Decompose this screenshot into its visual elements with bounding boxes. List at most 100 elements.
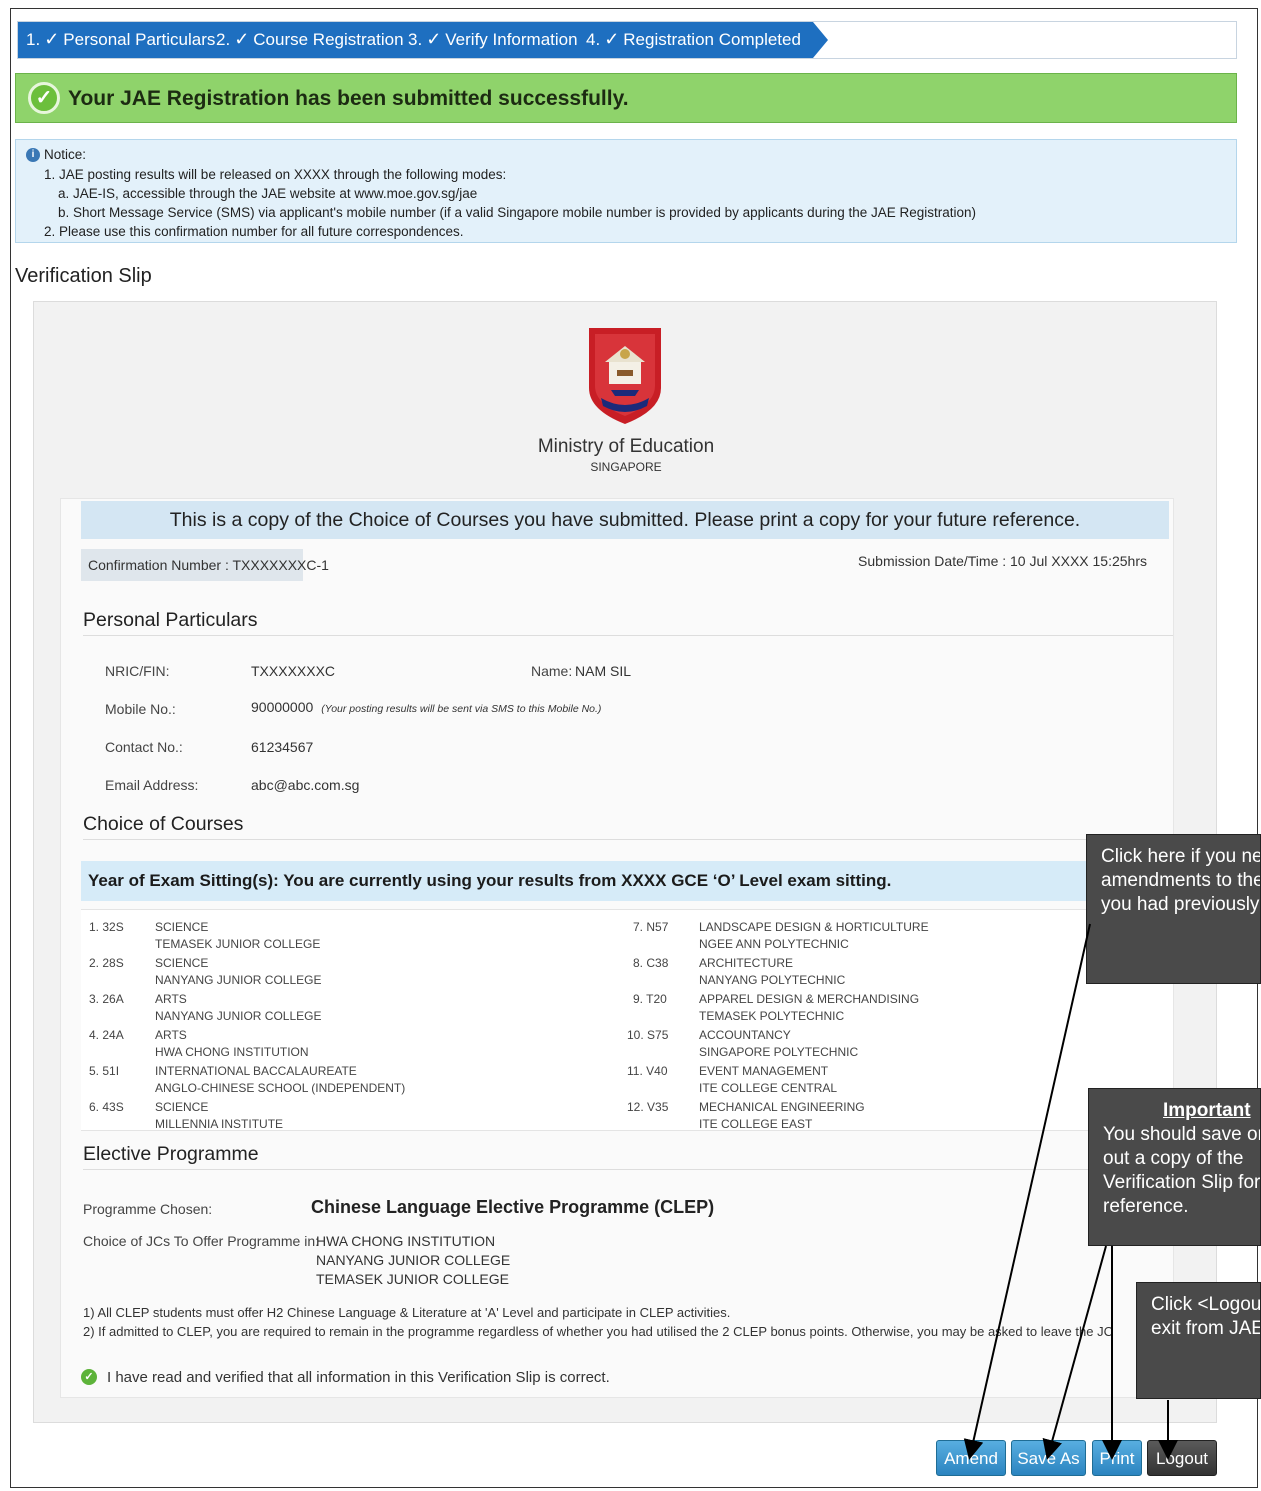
choice-of-courses-heading: Choice of Courses [83,813,244,835]
course-name: SCIENCE [155,920,209,934]
divider [83,1169,1173,1170]
clep-rule-2: 2) If admitted to CLEP, you are required… [83,1324,1113,1339]
jc-choice-2: NANYANG JUNIOR COLLEGE [316,1252,511,1268]
verification-slip-title: Verification Slip [15,265,152,287]
name-label: Name: [531,663,573,679]
course-number: 3. 26A [89,992,124,1006]
jc-choice-3: TEMASEK JUNIOR COLLEGE [316,1271,509,1287]
copy-notice-banner: This is a copy of the Choice of Courses … [81,501,1169,539]
contact-value: 61234567 [251,739,314,755]
course-name: SCIENCE [155,1100,209,1114]
step-personal-particulars: 1. ✓ Personal Particulars [26,29,216,49]
print-button[interactable]: Print [1092,1440,1142,1476]
nric-label: NRIC/FIN: [105,663,170,679]
check-icon: ✓ [426,29,442,49]
course-number: 11. V40 [627,1064,668,1078]
elective-programme-heading: Elective Programme [83,1143,259,1165]
logout-button[interactable]: Logout [1147,1440,1217,1476]
course-name: ARCHITECTURE [699,956,794,970]
course-number: 2. 28S [89,956,124,970]
email-label: Email Address: [105,777,199,793]
course-school: NANYANG JUNIOR COLLEGE [155,973,322,987]
course-school: NANYANG JUNIOR COLLEGE [155,1009,322,1023]
course-number: 6. 43S [89,1100,124,1114]
divider [83,635,1173,636]
submission-datetime: Submission Date/Time : 10 Jul XXXX 15:25… [858,553,1147,569]
divider [83,839,1173,840]
course-name: ARTS [155,992,187,1006]
course-school: HWA CHONG INSTITUTION [155,1045,309,1059]
confirmation-number: Confirmation Number : TXXXXXXXC-1 [81,549,329,581]
course-name: EVENT MANAGEMENT [699,1064,829,1078]
notice-line-1a: a. JAE-IS, accessible through the JAE we… [58,186,478,201]
success-check-icon: ✓ [28,82,60,114]
name-value: NAM SIL [575,663,632,679]
step-course-registration: 2. ✓ Course Registration [216,29,404,49]
info-icon: i [26,148,40,162]
mobile-label: Mobile No.: [105,701,176,717]
success-banner: ✓ Your JAE Registration has been submitt… [15,73,1237,123]
page-frame: 1. ✓ Personal Particulars 2. ✓ Course Regist… [10,8,1258,1488]
step-verify-information: 3. ✓ Verify Information [408,29,578,49]
notice-title: Notice: [44,147,87,162]
course-number: 4. 24A [89,1028,124,1042]
course-number: 5. 51I [89,1064,120,1078]
exam-sitting-banner: Year of Exam Sitting(s): You are current… [81,861,1173,901]
course-name: ARTS [155,1028,187,1042]
amend-button[interactable]: Amend [936,1440,1006,1476]
verification-slip: Ministry of Education SINGAPORE This is … [33,301,1217,1423]
course-school: TEMASEK JUNIOR COLLEGE [155,937,321,951]
course-school: MILLENNIA INSTITUTE [155,1117,284,1131]
mobile-note: (Your posting results will be sent via S… [321,703,602,715]
clep-rule-1: 1) All CLEP students must offer H2 Chine… [83,1305,731,1320]
success-message: Your JAE Registration has been submitted… [68,87,629,110]
personal-particulars-heading: Personal Particulars [83,609,258,631]
slip-content: This is a copy of the Choice of Courses … [60,498,1174,1398]
course-school: ITE COLLEGE EAST [699,1117,813,1131]
course-name: ACCOUNTANCY [699,1028,791,1042]
course-name: APPAREL DESIGN & MERCHANDISING [699,992,920,1006]
course-number: 10. S75 [627,1028,669,1042]
course-list: 1. 32S SCIENCE TEMASEK JUNIOR COLLEGE 2.… [81,909,1173,1131]
important-title: Important [1163,1100,1251,1121]
course-school: ITE COLLEGE CENTRAL [699,1081,838,1095]
course-number: 7. N57 [633,920,669,934]
contact-label: Contact No.: [105,739,183,755]
save-as-button[interactable]: Save As [1011,1440,1086,1476]
check-icon: ✓ [234,29,250,49]
moe-crest-icon [589,328,661,424]
course-name: INTERNATIONAL BACCALAUREATE [155,1064,357,1078]
verification-statement: I have read and verified that all inform… [107,1369,610,1386]
ministry-country: SINGAPORE [590,460,662,474]
check-icon: ✓ [44,29,60,49]
course-name: MECHANICAL ENGINEERING [699,1100,865,1114]
progress-steps: 1. ✓ Personal Particulars 2. ✓ Course Regist… [17,21,1237,59]
course-school: TEMASEK POLYTECHNIC [699,1009,845,1023]
course-name: LANDSCAPE DESIGN & HORTICULTURE [699,920,929,934]
course-number: 1. 32S [89,920,124,934]
notice-line-2: 2. Please use this confirmation number f… [44,224,464,239]
course-school: ANGLO-CHINESE SCHOOL (INDEPENDENT) [155,1081,406,1095]
course-name: SCIENCE [155,956,209,970]
programme-chosen-value: Chinese Language Elective Programme (CLE… [311,1197,715,1217]
amend-callout: Click here if you need to make amendment… [1086,834,1261,984]
notice-box: i Notice: 1. JAE posting results will be… [15,139,1237,243]
course-number: 12. V35 [627,1100,669,1114]
check-icon: ✓ [604,29,620,49]
email-value: abc@abc.com.sg [251,777,360,793]
course-school: SINGAPORE POLYTECHNIC [699,1045,859,1059]
course-number: 9. T20 [633,992,667,1006]
course-school: NGEE ANN POLYTECHNIC [699,937,849,951]
step-registration-completed: 4. ✓ Registration Completed [586,29,801,49]
course-number: 8. C38 [633,956,669,970]
jc-choice-1: HWA CHONG INSTITUTION [316,1233,496,1249]
mobile-value: 90000000 (Your posting results will be se… [251,699,602,715]
important-callout: Important You should save or print out a… [1088,1088,1261,1246]
programme-chosen-label: Programme Chosen: [83,1201,213,1217]
logout-callout: Click <Logout> to exit from JAE-IS. [1136,1282,1261,1399]
nric-value: TXXXXXXXC [251,663,336,679]
course-school: NANYANG POLYTECHNIC [699,973,846,987]
verified-check-icon: ✓ [81,1369,97,1385]
notice-line-1b: b. Short Message Service (SMS) via appli… [58,205,977,220]
notice-line-1: 1. JAE posting results will be released … [44,167,507,182]
